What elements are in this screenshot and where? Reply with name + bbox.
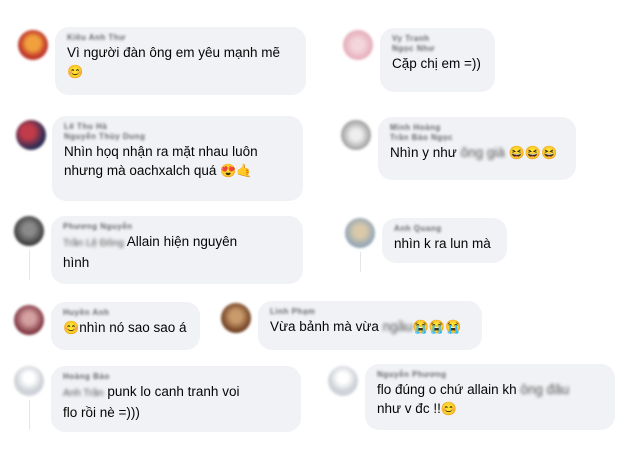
comment-bubble: Nguyễn Phương flo đúng o chứ allain kh ô… xyxy=(365,364,615,430)
comment-text-line: flo đúng o chứ allain kh ông đâu xyxy=(377,382,570,397)
comment-text-line: nhưng mà oachxalch quá 😍🤙 xyxy=(64,163,253,178)
comment-text-line: hình xyxy=(63,255,90,270)
comment-text-line: Trần Lệ Đông Allain hiện nguyên xyxy=(63,234,238,249)
laughing-emoji: 😆😆😆 xyxy=(508,145,558,160)
thread-connector xyxy=(29,250,30,280)
avatar[interactable] xyxy=(341,120,371,150)
comment-bubble: Kiều Anh Thư Vì người đàn ông em yêu mạn… xyxy=(55,27,306,95)
heart-eyes-emoji: 😍🤙 xyxy=(220,163,253,178)
commenter-name[interactable]: Vy Tranh xyxy=(392,34,483,44)
avatar[interactable] xyxy=(221,303,251,333)
commenter-name[interactable]: Minh Hoàng xyxy=(390,123,564,133)
hidden-text: ngầu xyxy=(382,319,413,334)
comment-text: Vừa bảnh mà vừa ngầu😭😭😭 xyxy=(270,319,462,334)
commenter-name[interactable]: Huyền Anh xyxy=(63,308,188,318)
avatar[interactable] xyxy=(345,218,375,248)
comment-text: Vì người đàn ông em yêu mạnh mẽ xyxy=(67,45,281,60)
comment-text: nhìn k ra lun mà xyxy=(394,236,491,251)
smile-emoji: 😊 xyxy=(63,320,80,335)
crying-emoji: 😭😭😭 xyxy=(412,319,462,334)
commenter-name[interactable]: Hoàng Bảo xyxy=(63,372,289,382)
comment-bubble: Hoàng Bảo Anh Trần punk lo canh tranh vo… xyxy=(51,366,301,432)
avatar[interactable] xyxy=(16,120,46,150)
commenter-name[interactable]: Nguyễn Phương xyxy=(377,370,603,380)
tagged-name[interactable]: Ngọc Như xyxy=(392,44,483,54)
comment-bubble: Huyền Anh 😊nhìn nó sao sao á xyxy=(51,302,200,350)
comment-bubble: Minh Hoàng Trần Bảo Ngọc Nhìn y như ông … xyxy=(378,117,576,180)
avatar[interactable] xyxy=(14,216,44,246)
comment-bubble: Lê Thu Hà Nguyễn Thùy Dung Nhìn họq nhận… xyxy=(52,116,303,201)
comment-text: Cặp chị em =)) xyxy=(392,56,481,71)
comment-bubble: Anh Quang nhìn k ra lun mà xyxy=(382,218,507,263)
comment-bubble: Vy Tranh Ngọc Như Cặp chị em =)) xyxy=(380,28,495,92)
comment-text-line: Nhìn họq nhận ra mặt nhau luôn xyxy=(64,144,258,159)
avatar[interactable] xyxy=(14,366,44,396)
tagged-mention: Trần Lệ Đông xyxy=(63,238,124,249)
comment-bubble: Phương Nguyễn Trần Lệ Đông Allain hiện n… xyxy=(51,216,303,284)
commenter-name[interactable]: Lê Thu Hà xyxy=(64,122,291,132)
hidden-text: ông già xyxy=(460,145,505,160)
commenter-name[interactable]: Anh Quang xyxy=(394,224,495,234)
comment-bubble: Linh Phạm Vừa bảnh mà vừa ngầu😭😭😭 xyxy=(258,301,482,350)
commenter-name[interactable]: Linh Phạm xyxy=(270,307,470,317)
tagged-name[interactable]: Nguyễn Thùy Dung xyxy=(64,132,291,142)
hidden-text: ông đâu xyxy=(520,382,570,397)
commenter-name[interactable]: Kiều Anh Thư xyxy=(67,33,294,43)
commenter-name[interactable]: Phương Nguyễn xyxy=(63,222,291,232)
tagged-name[interactable]: Trần Bảo Ngọc xyxy=(390,133,564,143)
avatar[interactable] xyxy=(328,366,358,396)
avatar[interactable] xyxy=(18,30,48,60)
comment-text-line: flo rồi nè =))) xyxy=(63,405,140,420)
avatar[interactable] xyxy=(343,30,373,60)
comment-text-line: Anh Trần punk lo canh tranh voi xyxy=(63,384,240,399)
thread-connector xyxy=(29,400,30,430)
avatar[interactable] xyxy=(14,305,44,335)
smile-emoji: 😊 xyxy=(440,401,458,416)
comment-text: Nhìn y như ông già 😆😆😆 xyxy=(390,145,558,160)
smile-emoji: 😊 xyxy=(67,64,84,79)
comment-text: 😊nhìn nó sao sao á xyxy=(63,320,187,335)
thread-connector xyxy=(360,252,361,272)
tagged-mention: Anh Trần xyxy=(63,388,104,399)
comment-text-line: như v đc !!😊 xyxy=(377,401,458,416)
